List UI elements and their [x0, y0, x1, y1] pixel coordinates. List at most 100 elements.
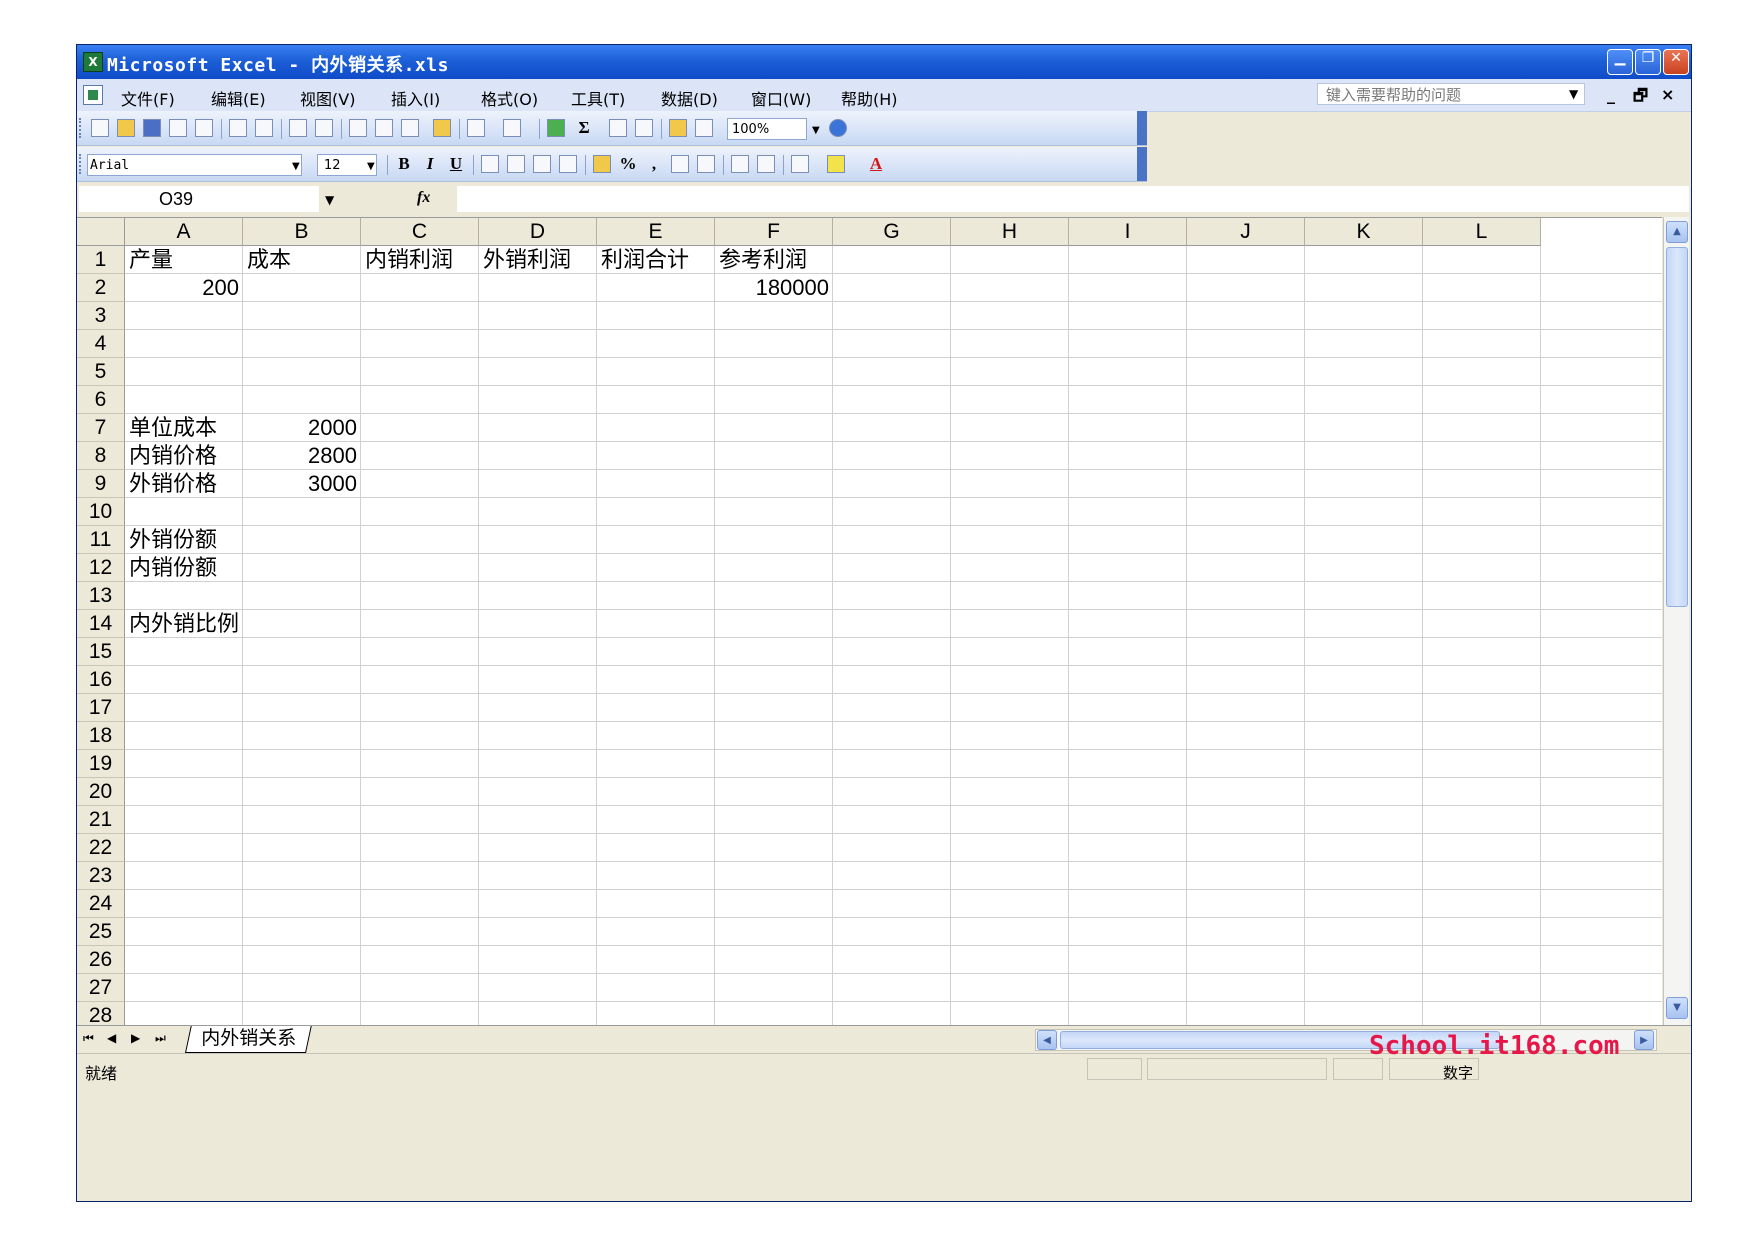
row-header[interactable]: 12: [77, 554, 125, 582]
row-header[interactable]: 3: [77, 302, 125, 330]
column-header[interactable]: A: [125, 218, 243, 246]
redo-icon[interactable]: [503, 119, 521, 137]
row-header[interactable]: 26: [77, 946, 125, 974]
row-header[interactable]: 28: [77, 1002, 125, 1026]
print-icon[interactable]: [229, 119, 247, 137]
cell-a9[interactable]: 外销价格: [125, 470, 221, 498]
permission-icon[interactable]: [169, 119, 187, 137]
restore-button[interactable]: ❐: [1635, 49, 1661, 75]
doc-close-button[interactable]: ×: [1661, 85, 1674, 104]
column-header[interactable]: D: [479, 218, 597, 246]
row-header[interactable]: 2: [77, 274, 125, 302]
cell-b1[interactable]: 成本: [243, 246, 295, 274]
column-header[interactable]: E: [597, 218, 715, 246]
sort-descending-icon[interactable]: [635, 119, 653, 137]
zoom-dropdown-icon[interactable]: ▼: [812, 125, 820, 136]
row-header[interactable]: 21: [77, 806, 125, 834]
help-dropdown-icon[interactable]: ▼: [1569, 87, 1578, 101]
research-icon[interactable]: [315, 119, 333, 137]
cell-a2[interactable]: 200: [125, 274, 243, 302]
undo-icon[interactable]: [467, 119, 485, 137]
format-painter-icon[interactable]: [433, 119, 451, 137]
name-box[interactable]: O39: [79, 186, 319, 212]
cut-icon[interactable]: [349, 119, 367, 137]
merge-center-icon[interactable]: [559, 155, 577, 173]
font-color-button[interactable]: A: [867, 155, 885, 173]
sort-ascending-icon[interactable]: [609, 119, 627, 137]
row-header[interactable]: 25: [77, 918, 125, 946]
menu-insert[interactable]: 插入(I): [391, 86, 440, 110]
menu-data[interactable]: 数据(D): [661, 86, 718, 110]
row-header[interactable]: 8: [77, 442, 125, 470]
menu-file[interactable]: 文件(F): [121, 86, 175, 110]
menu-window[interactable]: 窗口(W): [751, 86, 811, 110]
toolbar-grip[interactable]: [79, 154, 84, 174]
row-header[interactable]: 27: [77, 974, 125, 1002]
currency-icon[interactable]: [593, 155, 611, 173]
new-icon[interactable]: [91, 119, 109, 137]
column-header[interactable]: G: [833, 218, 951, 246]
vertical-scrollbar[interactable]: ▲ ▼: [1663, 217, 1689, 1025]
excel-app-icon[interactable]: X: [83, 52, 103, 72]
cell-a14[interactable]: 内外销比例: [125, 610, 243, 638]
workbook-icon[interactable]: [83, 85, 103, 105]
font-dropdown-icon[interactable]: ▼: [292, 161, 300, 172]
spelling-icon[interactable]: [289, 119, 307, 137]
hyperlink-icon[interactable]: [547, 119, 565, 137]
column-header[interactable]: L: [1423, 218, 1541, 246]
print-preview-icon[interactable]: [255, 119, 273, 137]
decrease-decimal-icon[interactable]: [697, 155, 715, 173]
row-header[interactable]: 17: [77, 694, 125, 722]
cell-a12[interactable]: 内销份额: [125, 554, 221, 582]
menu-tools[interactable]: 工具(T): [571, 86, 625, 110]
row-header[interactable]: 22: [77, 834, 125, 862]
column-header[interactable]: K: [1305, 218, 1423, 246]
doc-minimize-button[interactable]: _: [1607, 85, 1615, 104]
row-header[interactable]: 5: [77, 358, 125, 386]
row-header[interactable]: 18: [77, 722, 125, 750]
row-header[interactable]: 16: [77, 666, 125, 694]
sheet-tab-active[interactable]: 内外销关系: [185, 1026, 312, 1053]
copy-icon[interactable]: [375, 119, 393, 137]
spreadsheet-grid[interactable]: A B C D E F G H I J K L 1 2 3 4 5 6 7 8 9 10 11 12 13 14 15 16 17 18 1…: [77, 217, 1662, 1026]
fill-color-icon[interactable]: [827, 155, 845, 173]
cell-b9[interactable]: 3000: [243, 470, 361, 498]
next-sheet-icon[interactable]: ▶: [131, 1031, 140, 1045]
comma-button[interactable]: ,: [645, 155, 663, 173]
prev-sheet-icon[interactable]: ◀: [107, 1031, 116, 1045]
row-header[interactable]: 13: [77, 582, 125, 610]
row-header[interactable]: 9: [77, 470, 125, 498]
cell-d1[interactable]: 外销利润: [479, 246, 575, 274]
row-header[interactable]: 11: [77, 526, 125, 554]
last-sheet-icon[interactable]: ⏭: [155, 1031, 166, 1046]
help-search-input[interactable]: 键入需要帮助的问题: [1317, 83, 1585, 105]
cell-f1[interactable]: 参考利润: [715, 246, 811, 274]
row-header[interactable]: 14: [77, 610, 125, 638]
scroll-right-icon[interactable]: ▶: [1634, 1030, 1654, 1050]
cell-c1[interactable]: 内销利润: [361, 246, 457, 274]
insert-function-icon[interactable]: fx: [417, 189, 430, 207]
close-button[interactable]: ✕: [1663, 49, 1689, 75]
increase-indent-icon[interactable]: [757, 155, 775, 173]
help-icon[interactable]: [829, 119, 847, 137]
align-left-icon[interactable]: [481, 155, 499, 173]
row-header[interactable]: 1: [77, 246, 125, 274]
align-center-icon[interactable]: [507, 155, 525, 173]
column-header[interactable]: C: [361, 218, 479, 246]
cell-b7[interactable]: 2000: [243, 414, 361, 442]
first-sheet-icon[interactable]: ⏮: [83, 1031, 94, 1046]
open-icon[interactable]: [117, 119, 135, 137]
autosum-icon[interactable]: Σ: [575, 119, 593, 137]
menu-format[interactable]: 格式(O): [481, 86, 538, 110]
menu-view[interactable]: 视图(V): [300, 86, 355, 110]
column-header[interactable]: H: [951, 218, 1069, 246]
bold-button[interactable]: B: [395, 155, 413, 173]
size-dropdown-icon[interactable]: ▼: [367, 161, 375, 172]
toolbar-grip[interactable]: [79, 118, 84, 138]
column-header[interactable]: B: [243, 218, 361, 246]
align-right-icon[interactable]: [533, 155, 551, 173]
row-header[interactable]: 4: [77, 330, 125, 358]
row-header[interactable]: 10: [77, 498, 125, 526]
toolbar-options-icon[interactable]: [1137, 147, 1147, 181]
column-header[interactable]: J: [1187, 218, 1305, 246]
